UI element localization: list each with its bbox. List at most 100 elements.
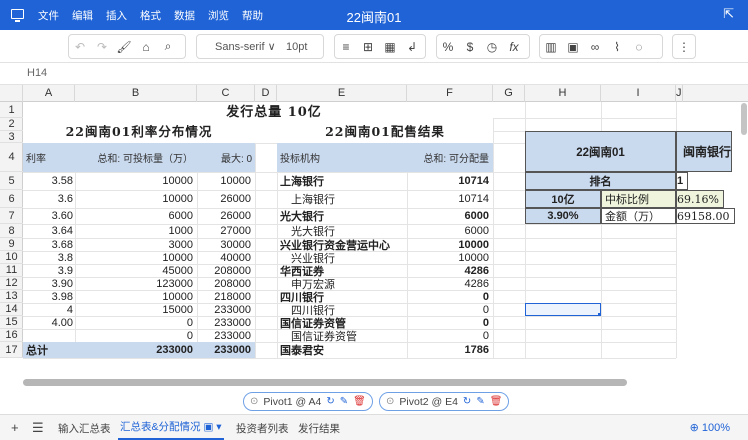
pivot1-cell[interactable]: 3.6 [23, 190, 75, 208]
pivot1-cell[interactable]: 4 [23, 303, 75, 316]
selected-cell[interactable] [525, 303, 601, 316]
select-all-corner[interactable] [0, 85, 23, 102]
pivot2-cell[interactable]: 6000 [407, 208, 493, 224]
row-header[interactable]: 3 [0, 131, 23, 143]
pivot1-cell[interactable]: 233000 [197, 303, 255, 316]
formula-bar[interactable]: H14 [0, 63, 748, 85]
pivot1-cell[interactable]: 123000 [75, 277, 197, 290]
pivot2-cell[interactable]: 国信证券资管 [277, 329, 407, 343]
row-header[interactable]: 16 [0, 329, 23, 342]
row-header[interactable]: 11 [0, 264, 23, 277]
pivot2-cell[interactable]: 10000 [407, 251, 493, 264]
summary-amount[interactable]: 10亿 [525, 190, 601, 208]
summary-ratio-label[interactable]: 中标比例 [601, 190, 676, 208]
pivot1-cell[interactable]: 10000 [75, 251, 197, 264]
pivot2-cell[interactable]: 10714 [407, 172, 493, 190]
refresh-icon[interactable]: ↻ [326, 396, 334, 407]
row-header[interactable]: 6 [0, 190, 23, 208]
row-header[interactable]: 2 [0, 118, 23, 131]
summary-money-label[interactable]: 金额（万） [601, 208, 676, 224]
pivot2-cell[interactable]: 4286 [407, 264, 493, 277]
pivot2-title[interactable]: 22闽南01配售结果 [277, 118, 493, 143]
pivot1-header[interactable]: 总和: 可投标量（万） [75, 143, 197, 172]
function-icon[interactable]: fx [503, 36, 525, 58]
pivot1-cell[interactable]: 45000 [75, 264, 197, 277]
borders-icon[interactable]: ▦ [379, 36, 401, 58]
image-icon[interactable]: ▣ [562, 36, 584, 58]
summary-rank-value[interactable]: 1 [676, 172, 689, 190]
summary-ratio-value[interactable]: 69.16% [676, 190, 724, 208]
align-icon[interactable]: ≡ [335, 36, 357, 58]
tab-sheet-3[interactable]: 投资者列表 [236, 421, 289, 436]
pivot1-cell[interactable]: 26000 [197, 190, 255, 208]
pivot1-cell[interactable]: 3.60 [23, 208, 75, 224]
edit-icon[interactable]: ✎ [476, 396, 484, 407]
pivot1-cell[interactable]: 3.68 [23, 238, 75, 251]
pivot1-cell[interactable]: 6000 [75, 208, 197, 224]
redo-icon[interactable]: ↷ [91, 36, 113, 58]
column-header[interactable]: D [255, 85, 277, 102]
column-header[interactable]: B [75, 85, 197, 102]
pivot1-cell[interactable]: 208000 [197, 277, 255, 290]
pivot2-cell[interactable]: 华西证券 [277, 264, 407, 278]
pivot2-cell[interactable]: 四川银行 [277, 303, 407, 317]
edit-icon[interactable]: ✎ [340, 396, 348, 407]
search-icon[interactable]: ⌕ [157, 36, 179, 58]
row-header[interactable]: 14 [0, 303, 23, 316]
link-icon[interactable]: ∞ [584, 36, 606, 58]
fill-handle[interactable] [598, 313, 600, 315]
pivot2-cell[interactable]: 0 [407, 316, 493, 329]
column-header[interactable]: A [23, 85, 75, 102]
pivot2-cell[interactable]: 兴业银行资金营运中心 [277, 238, 407, 252]
pivot1-cell[interactable]: 1000 [75, 224, 197, 238]
pivot1-cell[interactable]: 3.90 [23, 277, 75, 290]
pivot1-total[interactable]: 总计 [23, 342, 75, 358]
pivot2-header[interactable]: 投标机构 [277, 143, 407, 172]
delete-icon[interactable]: 🗑 [490, 396, 503, 407]
undo-icon[interactable]: ↶ [69, 36, 91, 58]
pivot1-header[interactable]: 最大: 0 [197, 143, 255, 172]
pivot1-cell[interactable]: 233000 [197, 329, 255, 342]
pivot2-cell[interactable]: 上海银行 [277, 172, 407, 190]
column-header[interactable]: E [277, 85, 407, 102]
pivot1-total[interactable]: 233000 [75, 342, 197, 358]
pivot2-cell[interactable]: 4286 [407, 277, 493, 290]
tab-sheet-2[interactable]: 汇总表&分配情况 ▣ ▾ [118, 415, 224, 440]
pivot1-cell[interactable]: 3.8 [23, 251, 75, 264]
pivot1-cell[interactable]: 15000 [75, 303, 197, 316]
summary-title[interactable]: 闽南银行 [676, 131, 733, 172]
column-header[interactable]: F [407, 85, 493, 102]
pivot1-cell[interactable]: 4.00 [23, 316, 75, 329]
pivot1-cell[interactable]: 10000 [197, 172, 255, 190]
wrap-icon[interactable]: ↲ [401, 36, 423, 58]
row-header[interactable]: 12 [0, 277, 23, 290]
zoom-control[interactable]: ⊕ 100% [690, 421, 730, 434]
pivot2-cell[interactable]: 0 [407, 290, 493, 303]
horizontal-scrollbar[interactable] [23, 379, 627, 386]
more-icon[interactable]: ⋮ [673, 36, 695, 58]
comment-icon[interactable]: ◌ [628, 36, 650, 58]
pivot1-title[interactable]: 22闽南01利率分布情况 [23, 118, 255, 143]
pivot1-cell[interactable]: 233000 [197, 316, 255, 329]
pivot2-cell[interactable]: 0 [407, 303, 493, 316]
pivot2-cell[interactable]: 国信证券资管 [277, 316, 407, 330]
tab-sheet-1[interactable]: 输入汇总表 [58, 421, 111, 436]
font-family-select[interactable]: Sans-serif ∨ [197, 40, 282, 53]
pivot2-cell[interactable]: 国泰君安 [277, 342, 407, 358]
pivot2-cell[interactable]: 0 [407, 329, 493, 342]
pivot1-cell[interactable]: 10000 [75, 190, 197, 208]
pivot2-cell[interactable]: 光大银行 [277, 208, 407, 224]
pivot2-cell[interactable]: 光大银行 [277, 224, 407, 238]
font-size-select[interactable]: 10pt [282, 41, 317, 53]
pivot1-total[interactable]: 233000 [197, 342, 255, 358]
pivot2-cell[interactable]: 四川银行 [277, 290, 407, 304]
number-format-icon[interactable]: ◷ [481, 36, 503, 58]
row-header[interactable]: 13 [0, 290, 23, 303]
currency-icon[interactable]: $ [459, 36, 481, 58]
summary-title[interactable]: 22闽南01 [525, 131, 676, 172]
pivot1-cell[interactable]: 218000 [197, 290, 255, 303]
summary-rank-label[interactable]: 排名 [525, 172, 676, 190]
pivot1-cell[interactable]: 10000 [75, 290, 197, 303]
tab-menu-icon[interactable]: ▣ ▾ [203, 421, 221, 433]
row-header[interactable]: 8 [0, 224, 23, 238]
